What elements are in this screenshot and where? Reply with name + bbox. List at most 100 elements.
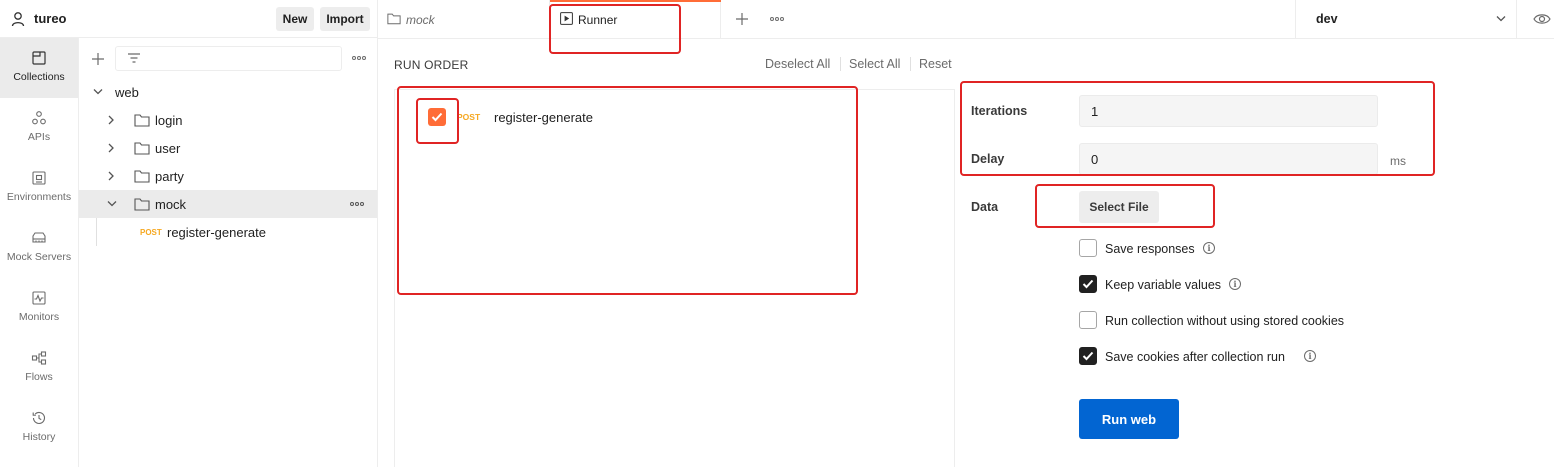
rail-item-flows[interactable]: Flows xyxy=(0,338,78,398)
workspace-name[interactable]: tureo xyxy=(34,11,67,26)
folder-icon xyxy=(387,12,401,25)
divider xyxy=(910,57,911,71)
tab-label: mock xyxy=(406,13,435,27)
collections-icon xyxy=(31,50,47,66)
run-order-list: POST register-generate xyxy=(394,89,954,467)
tab-options-icon[interactable] xyxy=(769,12,785,26)
request-name: register-generate xyxy=(167,225,266,240)
tree-folder[interactable]: party xyxy=(79,162,377,190)
filter-input[interactable] xyxy=(115,46,342,71)
chevron-down-icon xyxy=(106,200,118,208)
chevron-down-icon xyxy=(1495,15,1507,23)
rail-label: Collections xyxy=(13,71,65,83)
active-tab-indicator xyxy=(550,0,721,2)
folder-icon xyxy=(134,113,150,127)
rail-label: Flows xyxy=(25,371,53,383)
rail-label: Environments xyxy=(6,191,72,203)
import-button[interactable]: Import xyxy=(320,7,370,31)
folder-label: mock xyxy=(155,197,187,212)
info-icon[interactable]: i xyxy=(1229,278,1241,290)
sidebar-rail: Collections APIs Environments Mock Serve… xyxy=(0,38,79,467)
history-icon xyxy=(31,410,47,426)
method-badge: POST xyxy=(457,112,481,122)
method-badge: POST xyxy=(140,228,162,237)
deselect-all-button[interactable]: Deselect All xyxy=(765,57,830,71)
monitors-icon xyxy=(31,290,47,306)
delay-label: Delay xyxy=(971,152,1005,166)
new-tab-icon[interactable] xyxy=(735,12,749,26)
rail-label: Mock Servers xyxy=(6,251,72,263)
tab-label: Runner xyxy=(578,13,618,27)
rail-item-mock-servers[interactable]: Mock Servers xyxy=(0,218,78,278)
chevron-right-icon xyxy=(107,170,115,182)
divider xyxy=(954,89,955,467)
rail-item-history[interactable]: History xyxy=(0,398,78,458)
request-checkbox[interactable] xyxy=(428,108,446,126)
collections-panel: web login user party mock POST register-… xyxy=(79,38,378,467)
delay-input[interactable]: 0 xyxy=(1079,143,1378,175)
iterations-input[interactable]: 1 xyxy=(1079,95,1378,127)
add-collection-icon[interactable] xyxy=(91,52,105,66)
runner-icon xyxy=(560,12,573,25)
request-name: register-generate xyxy=(494,110,593,125)
tree-folder-selected[interactable]: mock xyxy=(79,190,377,218)
folder-label: user xyxy=(155,141,181,156)
more-options-icon[interactable] xyxy=(351,51,367,65)
collection-name: web xyxy=(115,85,139,100)
reset-button[interactable]: Reset xyxy=(919,57,952,71)
folder-icon xyxy=(134,169,150,183)
chevron-right-icon xyxy=(107,114,115,126)
rail-label: History xyxy=(22,431,56,443)
save-responses-checkbox[interactable] xyxy=(1079,239,1097,257)
folder-icon xyxy=(134,197,150,211)
folder-label: party xyxy=(155,169,184,184)
option-label: Keep variable values xyxy=(1105,278,1222,292)
flows-icon xyxy=(31,350,47,366)
select-file-button[interactable]: Select File xyxy=(1079,191,1159,223)
info-icon[interactable]: i xyxy=(1203,242,1215,254)
rail-item-environments[interactable]: Environments xyxy=(0,158,78,218)
rail-label: Monitors xyxy=(18,311,60,323)
chevron-down-icon xyxy=(92,88,104,96)
divider xyxy=(840,57,841,71)
rail-item-monitors[interactable]: Monitors xyxy=(0,278,78,338)
select-all-button[interactable]: Select All xyxy=(849,57,900,71)
tree-request[interactable]: POST register-generate xyxy=(79,218,377,246)
tree-folder[interactable]: login xyxy=(79,106,377,134)
tree-folder[interactable]: user xyxy=(79,134,377,162)
user-icon[interactable] xyxy=(10,11,26,27)
filter-icon xyxy=(127,52,141,64)
folder-more-icon[interactable] xyxy=(349,197,365,211)
environments-icon xyxy=(31,170,47,186)
runner-view: RUN ORDER Deselect All Select All Reset … xyxy=(378,39,1554,467)
tab-mock[interactable]: mock xyxy=(378,0,550,38)
run-order-title: RUN ORDER xyxy=(394,58,469,72)
workspace-header: tureo New Import xyxy=(0,0,378,38)
save-cookies-checkbox[interactable] xyxy=(1079,347,1097,365)
new-button[interactable]: New xyxy=(276,7,314,31)
iterations-label: Iterations xyxy=(971,104,1028,118)
run-order-item[interactable]: POST register-generate xyxy=(419,108,959,132)
keep-variable-values-checkbox[interactable] xyxy=(1079,275,1097,293)
eye-icon[interactable] xyxy=(1533,12,1551,26)
option-label: Run collection without using stored cook… xyxy=(1105,314,1345,328)
option-label: Save cookies after collection run xyxy=(1105,350,1285,364)
rail-label: APIs xyxy=(27,131,51,143)
rail-item-apis[interactable]: APIs xyxy=(0,98,78,158)
tab-runner[interactable]: Runner xyxy=(550,0,721,38)
mock-servers-icon xyxy=(31,230,47,246)
environment-name: dev xyxy=(1316,12,1338,26)
info-icon[interactable]: i xyxy=(1304,350,1316,362)
environment-selector[interactable]: dev xyxy=(1296,0,1508,38)
folder-icon xyxy=(134,141,150,155)
folder-label: login xyxy=(155,113,183,128)
apis-icon xyxy=(31,110,47,126)
delay-unit: ms xyxy=(1390,154,1406,168)
rail-item-collections[interactable]: Collections xyxy=(0,38,78,98)
run-button[interactable]: Run web xyxy=(1079,399,1179,439)
chevron-right-icon xyxy=(107,142,115,154)
tree-item-web[interactable]: web xyxy=(79,78,377,106)
run-without-cookies-checkbox[interactable] xyxy=(1079,311,1097,329)
divider xyxy=(1516,0,1517,38)
option-label: Save responses xyxy=(1105,242,1195,256)
